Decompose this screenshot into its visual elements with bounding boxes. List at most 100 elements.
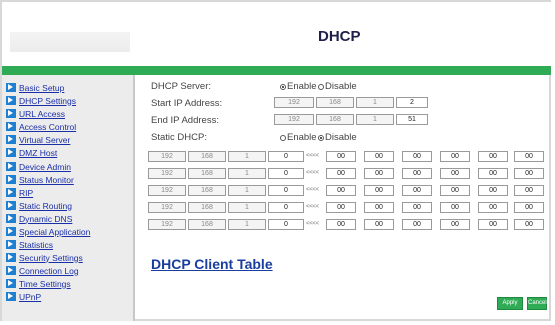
static-mac-octet-3[interactable]: 00 [402,219,432,230]
static-ip-octet-3[interactable]: 1 [228,151,266,162]
start-ip-octet-4[interactable]: 2 [396,97,428,108]
static-ip-octet-4[interactable]: 0 [268,151,304,162]
static-mac-octet-4[interactable]: 00 [440,219,470,230]
dhcp-enable-radio[interactable] [280,84,286,90]
end-ip-octet-4[interactable]: 51 [396,114,428,125]
static-mac-octet-4[interactable]: 00 [440,151,470,162]
arrow-right-icon [6,253,16,262]
sidebar-item-static-routing[interactable]: Static Routing [6,200,72,211]
static-ip-octet-3[interactable]: 1 [228,168,266,179]
static-enable-radio[interactable] [280,135,286,141]
arrow-right-icon [6,214,16,223]
static-ip-octet-3[interactable]: 1 [228,219,266,230]
static-mac-octet-6[interactable]: 00 [514,151,544,162]
static-mac-octet-2[interactable]: 00 [364,219,394,230]
sidebar-item-special-application[interactable]: Special Application [6,226,90,237]
end-ip-octet-3[interactable]: 1 [356,114,394,125]
arrow-right-icon [6,188,16,197]
sidebar-item-device-admin[interactable]: Device Admin [6,161,71,172]
static-mac-octet-3[interactable]: 00 [402,185,432,196]
arrow-right-icon [6,240,16,249]
static-ip-octet-2[interactable]: 168 [188,219,226,230]
page-title: DHCP [318,28,361,45]
static-mac-octet-1[interactable]: 00 [326,168,356,179]
static-ip-octet-3[interactable]: 1 [228,185,266,196]
static-disable-radio[interactable] [318,135,324,141]
static-mac-octet-5[interactable]: 00 [478,168,508,179]
static-mac-octet-6[interactable]: 00 [514,202,544,213]
static-ip-octet-1[interactable]: 192 [148,202,186,213]
sidebar-item-connection-log[interactable]: Connection Log [6,265,79,276]
sidebar-item-dhcp-settings[interactable]: DHCP Settings [6,95,76,106]
cancel-button[interactable]: Cancel [527,297,547,310]
static-ip-octet-2[interactable]: 168 [188,202,226,213]
sidebar-item-statistics[interactable]: Statistics [6,239,53,250]
static-disable-label: Disable [325,132,357,143]
static-mac-octet-3[interactable]: 00 [402,202,432,213]
static-mac-octet-1[interactable]: 00 [326,202,356,213]
sidebar-item-basic-setup[interactable]: Basic Setup [6,82,64,93]
sidebar-item-label: Static Routing [19,200,72,211]
static-mac-octet-6[interactable]: 00 [514,168,544,179]
sidebar-item-access-control[interactable]: Access Control [6,121,76,132]
static-mac-octet-5[interactable]: 00 [478,151,508,162]
static-ip-octet-2[interactable]: 168 [188,151,226,162]
static-mac-octet-3[interactable]: 00 [402,151,432,162]
static-ip-octet-1[interactable]: 192 [148,185,186,196]
static-mac-octet-2[interactable]: 00 [364,202,394,213]
sidebar-item-dmz-host[interactable]: DMZ Host [6,147,57,158]
static-mac-octet-6[interactable]: 00 [514,219,544,230]
sidebar-item-time-settings[interactable]: Time Settings [6,278,71,289]
arrow-right-icon [6,175,16,184]
static-ip-octet-1[interactable]: 192 [148,168,186,179]
static-mac-octet-2[interactable]: 00 [364,185,394,196]
sidebar-item-virtual-server[interactable]: Virtual Server [6,134,70,145]
static-ip-octet-4[interactable]: 0 [268,185,304,196]
static-ip-octet-1[interactable]: 192 [148,219,186,230]
dhcp-client-table-link[interactable]: DHCP Client Table [151,256,273,272]
static-ip-octet-2[interactable]: 168 [188,185,226,196]
static-ip-octet-4[interactable]: 0 [268,168,304,179]
arrow-right-icon [6,279,16,288]
sidebar-item-status-monitor[interactable]: Status Monitor [6,174,74,185]
static-mac-octet-1[interactable]: 00 [326,151,356,162]
header: DHCP [2,2,551,66]
static-mac-octet-5[interactable]: 00 [478,219,508,230]
static-mac-octet-6[interactable]: 00 [514,185,544,196]
static-ip-octet-4[interactable]: 0 [268,219,304,230]
sidebar-item-label: Access Control [19,121,77,132]
static-ip-octet-2[interactable]: 168 [188,168,226,179]
sidebar-item-label: DMZ Host [19,147,58,158]
static-mac-octet-4[interactable]: 00 [440,202,470,213]
static-ip-octet-4[interactable]: 0 [268,202,304,213]
sidebar-item-label: Virtual Server [19,134,71,145]
sidebar-item-dynamic-dns[interactable]: Dynamic DNS [6,213,72,224]
start-ip-octet-3[interactable]: 1 [356,97,394,108]
arrow-right-icon [6,292,16,301]
static-mac-octet-1[interactable]: 00 [326,185,356,196]
end-ip-octet-2[interactable]: 168 [316,114,354,125]
static-mac-octet-2[interactable]: 00 [364,151,394,162]
static-mac-octet-5[interactable]: 00 [478,202,508,213]
arrow-right-icon [6,227,16,236]
static-mac-octet-4[interactable]: 00 [440,185,470,196]
arrow-right-icon [6,109,16,118]
dhcp-disable-radio[interactable] [318,84,324,90]
static-dhcp-label: Static DHCP: [151,132,207,143]
sidebar-item-rip[interactable]: RIP [6,187,33,198]
static-ip-octet-3[interactable]: 1 [228,202,266,213]
static-ip-octet-1[interactable]: 192 [148,151,186,162]
end-ip-octet-1[interactable]: 192 [274,114,314,125]
sidebar-item-upnp[interactable]: UPnP [6,291,41,302]
arrow-right-icon [6,162,16,171]
sidebar-item-url-access[interactable]: URL Access [6,108,65,119]
apply-button[interactable]: Apply [497,297,523,310]
sidebar-item-security-settings[interactable]: Security Settings [6,252,83,263]
start-ip-octet-1[interactable]: 192 [274,97,314,108]
static-mac-octet-1[interactable]: 00 [326,219,356,230]
static-mac-octet-4[interactable]: 00 [440,168,470,179]
static-mac-octet-2[interactable]: 00 [364,168,394,179]
static-mac-octet-5[interactable]: 00 [478,185,508,196]
start-ip-octet-2[interactable]: 168 [316,97,354,108]
static-mac-octet-3[interactable]: 00 [402,168,432,179]
